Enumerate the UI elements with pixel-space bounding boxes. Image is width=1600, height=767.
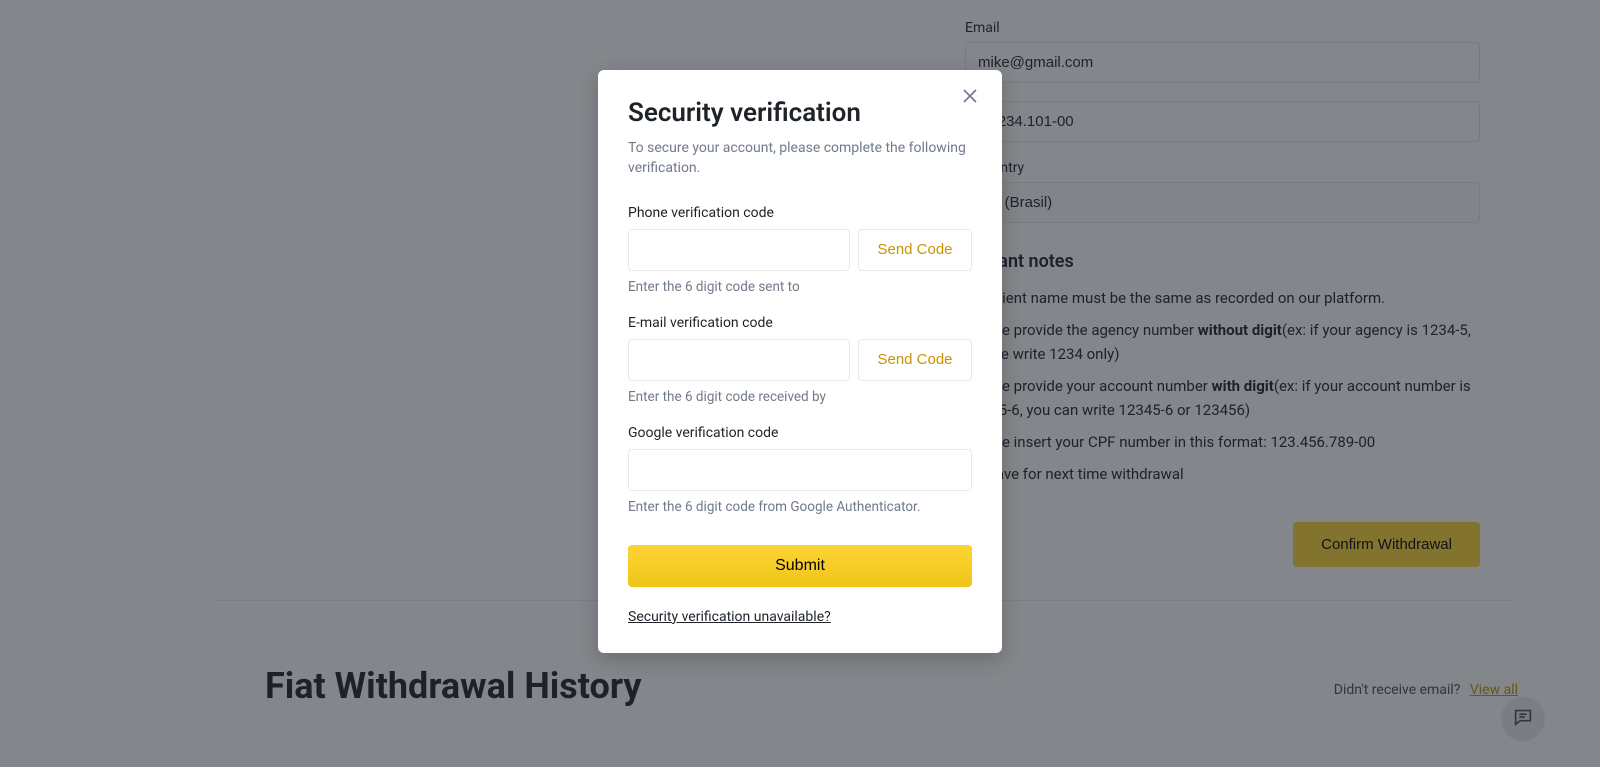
submit-button[interactable]: Submit [628, 545, 972, 587]
email-code-group: E-mail verification code Send Code Enter… [628, 315, 972, 405]
phone-code-input[interactable] [628, 229, 850, 271]
modal-overlay: Security verification To secure your acc… [0, 0, 1600, 767]
modal-title: Security verification [628, 98, 972, 128]
send-phone-code-button[interactable]: Send Code [858, 229, 972, 271]
google-code-group: Google verification code Enter the 6 dig… [628, 425, 972, 515]
phone-code-label: Phone verification code [628, 205, 972, 221]
security-verification-modal: Security verification To secure your acc… [598, 70, 1002, 653]
verification-unavailable-link[interactable]: Security verification unavailable? [628, 609, 831, 625]
google-code-label: Google verification code [628, 425, 972, 441]
send-email-code-button[interactable]: Send Code [858, 339, 972, 381]
modal-subtitle: To secure your account, please complete … [628, 138, 972, 179]
close-button[interactable] [962, 88, 984, 110]
close-icon [962, 89, 978, 108]
google-code-hint: Enter the 6 digit code from Google Authe… [628, 499, 972, 515]
email-code-input[interactable] [628, 339, 850, 381]
email-code-hint: Enter the 6 digit code received by [628, 389, 972, 405]
google-code-input[interactable] [628, 449, 972, 491]
email-code-label: E-mail verification code [628, 315, 972, 331]
phone-code-group: Phone verification code Send Code Enter … [628, 205, 972, 295]
phone-code-hint: Enter the 6 digit code sent to [628, 279, 972, 295]
